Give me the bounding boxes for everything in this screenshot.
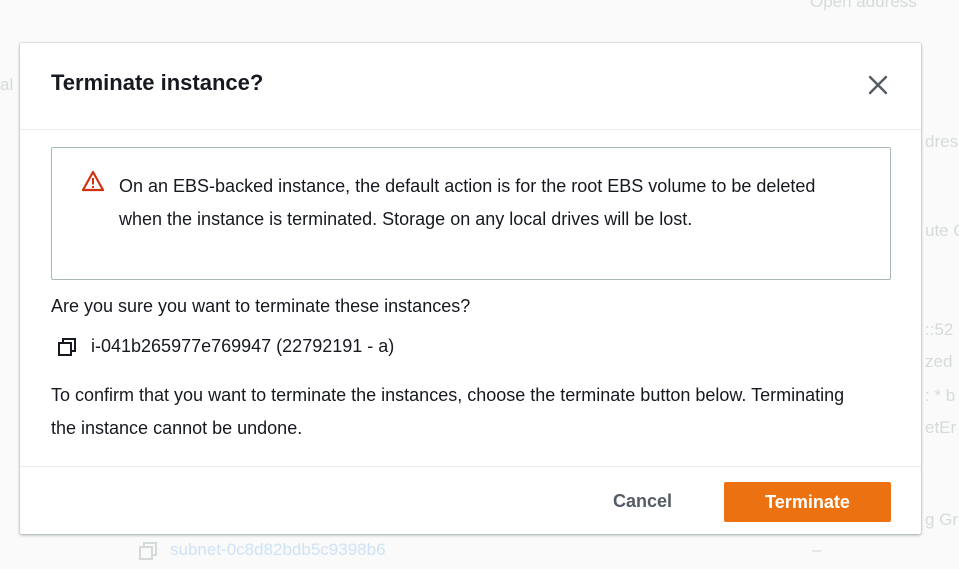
confirm-instructions: To confirm that you want to terminate th… bbox=[51, 385, 845, 438]
bg-right-fragment-3: ::52 bbox=[925, 320, 954, 339]
confirm-question: Are you sure you want to terminate these… bbox=[51, 296, 471, 316]
bg-right-fragment-5: : * b bbox=[925, 386, 956, 405]
modal-title: Terminate instance? bbox=[51, 70, 264, 95]
bg-dash: – bbox=[812, 540, 822, 559]
warning-alert: On an EBS-backed instance, the default a… bbox=[51, 147, 891, 280]
instance-label: i-041b265977e769947 (22792191 - a) bbox=[91, 336, 395, 356]
close-button[interactable] bbox=[865, 72, 891, 98]
terminate-modal: Terminate instance? On an EBS-backed ins… bbox=[20, 43, 921, 534]
terminate-button[interactable]: Terminate bbox=[724, 482, 891, 522]
bg-right-fragment-6: etEr bbox=[925, 418, 957, 437]
modal-body: On an EBS-backed instance, the default a… bbox=[51, 147, 891, 438]
modal-header: Terminate instance? bbox=[20, 43, 921, 130]
bg-right-fragment-7: g Gr bbox=[925, 510, 959, 529]
bg-copy-icon bbox=[139, 542, 157, 560]
bg-open-address-text: Open address bbox=[810, 0, 917, 11]
bg-left-fragment: al bbox=[0, 75, 14, 94]
copy-icon[interactable] bbox=[57, 337, 77, 357]
modal-footer: Cancel Terminate bbox=[20, 466, 921, 534]
instance-item: i-041b265977e769947 (22792191 - a) bbox=[57, 336, 394, 357]
bg-right-fragment-4: zed bbox=[925, 352, 953, 371]
bg-right-fragment-1: dres bbox=[925, 132, 959, 151]
warning-triangle-icon bbox=[82, 170, 104, 192]
bg-right-fragment-2: ute C bbox=[925, 221, 959, 240]
close-icon bbox=[868, 75, 888, 95]
alert-text: On an EBS-backed instance, the default a… bbox=[119, 176, 816, 229]
cancel-button[interactable]: Cancel bbox=[605, 482, 680, 520]
bg-subnet-link[interactable]: subnet-0c8d82bdb5c9398b6 bbox=[170, 540, 386, 560]
